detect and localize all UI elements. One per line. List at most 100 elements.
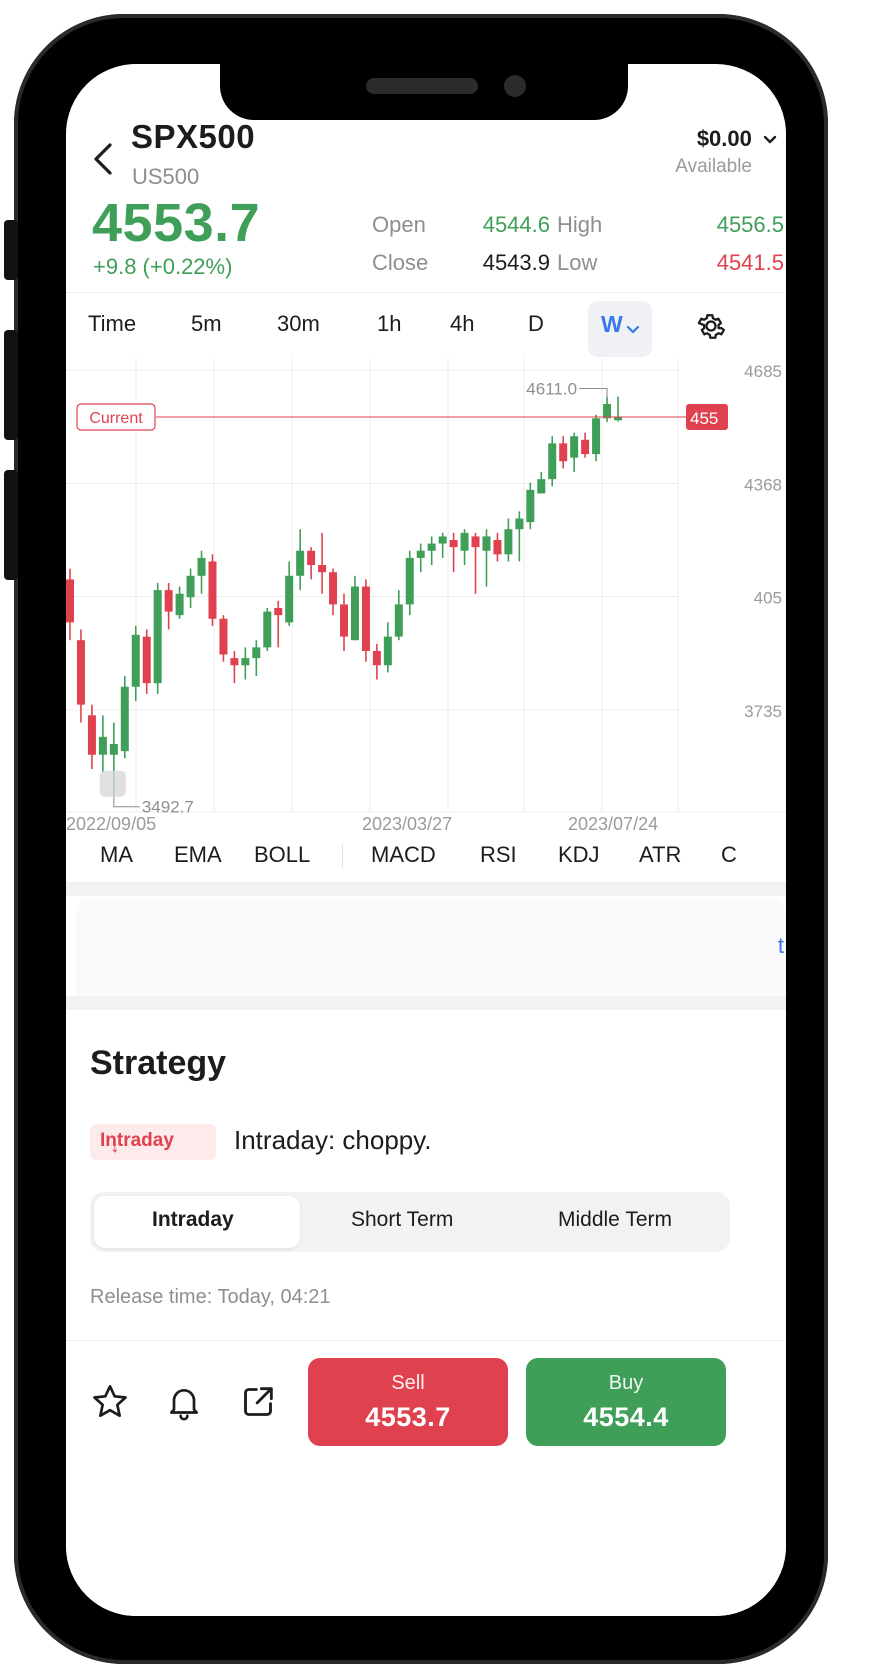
strategy-summary: Intraday: choppy. xyxy=(234,1125,432,1155)
candle-body xyxy=(252,647,261,659)
candle-body xyxy=(581,439,590,455)
timeframe-5m[interactable]: 5m xyxy=(191,311,222,337)
share-icon[interactable] xyxy=(238,1382,278,1422)
indicator-macd[interactable]: MACD xyxy=(371,842,436,868)
balance-value: $0.00 xyxy=(696,126,752,151)
candle-body xyxy=(329,572,338,605)
open-value: 4544.6 xyxy=(482,212,550,237)
candle-body xyxy=(416,550,425,558)
timeframe-4h[interactable]: 4h xyxy=(450,311,474,337)
candle-body xyxy=(263,611,272,648)
section-separator xyxy=(66,882,786,896)
candle-body xyxy=(570,436,579,458)
chevron-down-icon xyxy=(763,135,777,144)
candle-body xyxy=(230,658,239,666)
close-label: Close xyxy=(372,250,429,275)
x-tick-label: 2023/07/24 xyxy=(568,814,659,834)
max-marker-label: 4611.0 xyxy=(526,379,577,398)
front-camera xyxy=(504,75,526,97)
strategy-title: Strategy xyxy=(90,1044,227,1082)
gear-icon[interactable] xyxy=(694,309,728,343)
timeframe-30m[interactable]: 30m xyxy=(277,311,320,337)
candle-body xyxy=(405,557,414,605)
indicator-rsi[interactable]: RSI xyxy=(480,842,517,868)
candle-body xyxy=(153,590,162,684)
indicator-bar: MA EMA BOLL MACD RSI KDJ ATR C xyxy=(66,834,786,874)
candle-body xyxy=(548,443,557,480)
high-value: 4556.5 xyxy=(716,212,784,237)
candle-body xyxy=(241,658,250,666)
bell-icon[interactable] xyxy=(164,1382,204,1422)
current-price-tag-label: 455 xyxy=(690,409,718,428)
candle-body xyxy=(219,618,228,655)
candlestick-chart[interactable]: 468543684053735 Current 4554611.03492.7 xyxy=(66,358,786,828)
release-time: Release time: Today, 04:21 xyxy=(90,1286,331,1308)
info-card[interactable]: t xyxy=(76,899,786,1003)
candle-body xyxy=(109,744,118,755)
timeframe-d[interactable]: D xyxy=(528,311,544,337)
back-arrow-icon[interactable] xyxy=(88,139,116,179)
low-value: 4541.5 xyxy=(716,250,784,275)
candle-body xyxy=(383,636,392,666)
candle-body xyxy=(515,518,524,530)
close-value: 4543.9 xyxy=(482,250,550,275)
high-label: High xyxy=(557,212,603,237)
y-tick-label: 405 xyxy=(754,589,782,608)
indicator-boll[interactable]: BOLL xyxy=(254,842,310,868)
candle-body xyxy=(592,418,601,455)
strategy-tabs: Intraday Short Term Middle Term xyxy=(90,1192,730,1252)
candle-body xyxy=(142,636,151,684)
x-tick-label: 2022/09/05 xyxy=(66,814,157,834)
candle-body xyxy=(197,557,206,576)
candle-body xyxy=(493,540,502,555)
max-marker-line xyxy=(579,387,608,399)
indicator-kdj[interactable]: KDJ xyxy=(558,842,600,868)
candle-body xyxy=(318,565,327,573)
tab-short-term[interactable]: Short Term xyxy=(351,1208,453,1232)
candle-body xyxy=(186,575,195,598)
y-tick-label: 4685 xyxy=(744,362,782,381)
min-marker-handle xyxy=(99,770,126,797)
buy-label: Buy xyxy=(608,1372,644,1394)
screen: SPX500 US500 $0.00 Available 4553.7 +9.8… xyxy=(66,64,786,1616)
timeframe-w-label: W xyxy=(601,311,623,337)
timeframe-1h[interactable]: 1h xyxy=(377,311,401,337)
indicator-atr[interactable]: ATR xyxy=(639,842,681,868)
side-button-mute xyxy=(4,220,18,280)
symbol-title: SPX500 xyxy=(131,118,256,155)
tab-intraday[interactable]: Intraday xyxy=(152,1208,234,1232)
candle-body xyxy=(361,586,370,651)
candle-body xyxy=(87,715,96,755)
indicator-more[interactable]: C xyxy=(721,842,737,868)
candle-body xyxy=(372,650,381,666)
tab-middle-term[interactable]: Middle Term xyxy=(558,1208,672,1232)
candle-body xyxy=(296,550,305,576)
candle-body xyxy=(482,536,491,551)
candle-body xyxy=(471,536,480,548)
indicator-divider xyxy=(342,844,343,868)
candle-body xyxy=(175,593,184,616)
x-tick-label: 2023/03/27 xyxy=(362,814,453,834)
candle-body xyxy=(438,536,447,544)
candle-body xyxy=(449,540,458,548)
indicator-ema[interactable]: EMA xyxy=(174,842,222,868)
candle-body xyxy=(559,443,568,462)
arrow-down-icon: ↓ xyxy=(110,1136,120,1157)
candle-body xyxy=(526,489,535,523)
timeframe-bar: Time 5m 30m 1h 4h D W xyxy=(66,292,786,359)
candle-body xyxy=(350,586,359,641)
indicator-ma[interactable]: MA xyxy=(100,842,133,868)
candle-body xyxy=(208,561,217,619)
candle-body xyxy=(603,404,612,419)
candle-body xyxy=(98,736,107,755)
balance-selector[interactable]: $0.00 xyxy=(697,126,778,152)
last-price: 4553.7 xyxy=(92,193,261,253)
sell-button[interactable]: Sell 4553.7 xyxy=(308,1358,508,1446)
info-card-link[interactable]: t xyxy=(778,933,784,959)
candle-body xyxy=(164,590,173,612)
timeframe-time[interactable]: Time xyxy=(88,311,136,337)
buy-button[interactable]: Buy 4554.4 xyxy=(526,1358,726,1446)
timeframe-w[interactable]: W xyxy=(588,301,652,357)
sell-label: Sell xyxy=(391,1372,425,1394)
star-icon[interactable] xyxy=(90,1382,130,1422)
